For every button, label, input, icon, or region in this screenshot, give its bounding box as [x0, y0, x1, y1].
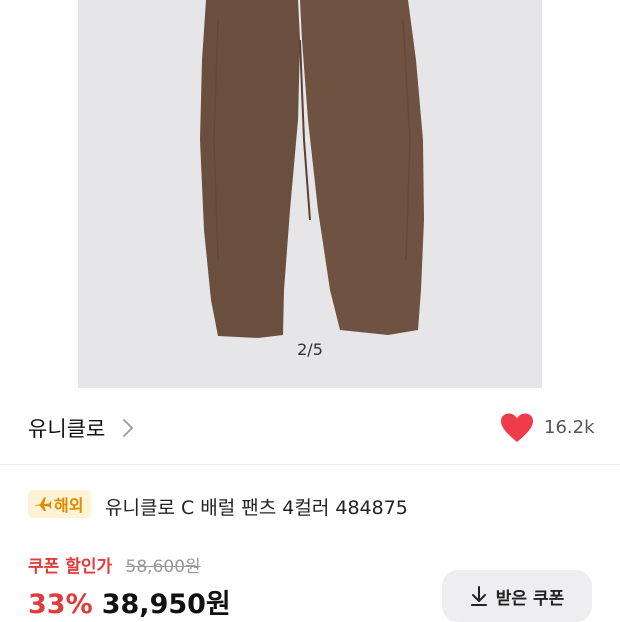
sale-price: 38,950원	[101, 589, 231, 620]
heart-icon[interactable]	[500, 413, 534, 443]
airplane-icon	[35, 497, 52, 511]
coupon-button[interactable]: 받은 쿠폰	[442, 570, 592, 622]
download-icon	[470, 586, 487, 606]
coupon-button-label: 받은 쿠폰	[495, 588, 565, 609]
badge-label: 해외	[54, 496, 84, 515]
price-row: 33% 38,950원	[28, 582, 231, 620]
overseas-badge: 해외	[28, 490, 92, 518]
brand-name[interactable]: 유니클로	[28, 413, 105, 443]
like-count: 16.2k	[544, 417, 595, 438]
image-counter: 2/5	[297, 340, 323, 359]
product-image[interactable]: 2/5	[78, 0, 542, 388]
chevron-right-icon[interactable]	[122, 418, 134, 438]
product-title: 유니클로 C 배럴 팬츠 4컬러 484875	[105, 497, 408, 519]
coupon-label-row: 쿠폰 할인가 58,600원	[28, 552, 201, 578]
title-row: 해외 유니클로 C 배럴 팬츠 4컬러 484875	[0, 480, 620, 528]
discount-rate: 33%	[28, 589, 93, 620]
original-price: 58,600원	[125, 557, 201, 577]
brand-row: 유니클로 16.2k	[0, 388, 620, 465]
coupon-label: 쿠폰 할인가	[28, 557, 113, 577]
pants-image	[200, 0, 424, 338]
